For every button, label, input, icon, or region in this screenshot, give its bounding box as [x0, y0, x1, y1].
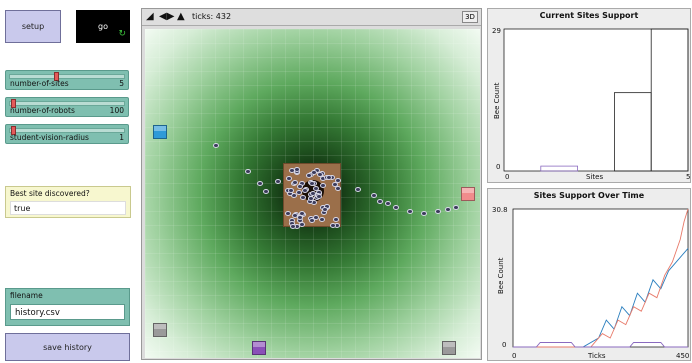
- x-tick-max: 5: [686, 173, 691, 181]
- setup-button[interactable]: setup: [5, 10, 61, 43]
- plot-area: [512, 208, 689, 348]
- world-view: ◢ ◀▶ ▲ ticks: 432 3D: [141, 8, 482, 360]
- go-button[interactable]: go ↻: [76, 10, 130, 43]
- bee: [371, 193, 377, 198]
- plot-y-label: Bee Count: [497, 257, 505, 294]
- bee: [299, 195, 306, 201]
- bee: [355, 187, 361, 192]
- bee: [296, 189, 303, 195]
- ticks-counter: ticks: 432: [192, 12, 232, 21]
- world-canvas[interactable]: [145, 29, 480, 358]
- plot-canvas: [503, 28, 689, 172]
- slider-number-of-sites[interactable]: number-of-sites 5: [5, 70, 129, 90]
- speed-arrows-icon[interactable]: ◀▶: [159, 11, 174, 23]
- monitor-value: true: [10, 201, 126, 215]
- three-d-button[interactable]: 3D: [462, 11, 478, 23]
- bee: [445, 207, 451, 212]
- slider-value: 1: [119, 133, 124, 142]
- site-cube-purple: [252, 341, 266, 355]
- go-button-label: go: [98, 22, 108, 31]
- y-tick-max: 30.8: [492, 206, 508, 214]
- y-tick-min: 0: [502, 341, 507, 349]
- bee: [407, 209, 413, 214]
- plot-canvas: [512, 208, 689, 348]
- slider-label: student-vision-radius: [10, 133, 89, 142]
- save-history-label: save history: [43, 342, 92, 352]
- bee: [263, 189, 269, 194]
- slider-label: number-of-robots: [10, 106, 75, 115]
- bee: [393, 205, 399, 210]
- site-cube-gray-right: [442, 341, 456, 355]
- plot-y-label: Bee Count: [493, 82, 501, 119]
- bee: [329, 223, 336, 229]
- bee: [213, 143, 219, 148]
- bee: [315, 194, 322, 200]
- bee: [288, 187, 295, 193]
- slider-number-of-robots[interactable]: number-of-robots 100: [5, 97, 129, 117]
- x-tick-min: 0: [512, 352, 517, 360]
- x-tick-min: 0: [505, 173, 510, 181]
- bee: [453, 205, 459, 210]
- slider-label: number-of-sites: [10, 79, 69, 88]
- filename-input-box: filename history.csv: [5, 288, 130, 326]
- plot-area: [503, 28, 689, 172]
- bee: [301, 187, 308, 193]
- bee: [377, 199, 383, 204]
- bee: [385, 201, 391, 206]
- bee: [275, 179, 281, 184]
- netlogo-window: setup go ↻ number-of-sites 5 number-of-r…: [0, 0, 692, 363]
- bee: [435, 209, 441, 214]
- slider-value: 100: [109, 106, 124, 115]
- site-cube-gray-left: [153, 323, 167, 337]
- slider-value: 5: [119, 79, 124, 88]
- site-cube-pink: [461, 187, 475, 201]
- bee: [257, 181, 263, 186]
- x-tick-max: 450: [676, 352, 690, 360]
- bee: [326, 174, 333, 180]
- filename-input[interactable]: history.csv: [10, 304, 125, 320]
- bee: [421, 211, 427, 216]
- y-tick-min: 0: [496, 163, 501, 171]
- filename-label: filename: [10, 291, 43, 300]
- plot-sites-support-over-time: Sites Support Over Time Bee Count 30.8 0…: [487, 188, 691, 361]
- best-site-monitor: Best site discovered? true: [5, 186, 131, 218]
- bee: [309, 191, 316, 197]
- plot-current-sites-support: Current Sites Support Bee Count 29 0 0 S…: [487, 8, 691, 183]
- bee: [293, 167, 300, 173]
- view-toolbar: ◢ ◀▶ ▲ ticks: 432 3D: [142, 9, 481, 26]
- y-tick-max: 29: [492, 27, 501, 35]
- setup-button-label: setup: [21, 22, 45, 31]
- forever-icon: ↻: [118, 29, 126, 39]
- x-axis-label: Ticks: [588, 352, 606, 360]
- slider-student-vision-radius[interactable]: student-vision-radius 1: [5, 124, 129, 144]
- bee: [245, 169, 251, 174]
- save-history-button[interactable]: save history: [5, 333, 130, 361]
- speed-faster-icon[interactable]: ▲: [177, 11, 185, 23]
- site-cube-blue: [153, 125, 167, 139]
- speed-slower-icon[interactable]: ◢: [146, 11, 154, 23]
- monitor-label: Best site discovered?: [10, 189, 90, 198]
- x-axis-label: Sites: [586, 173, 604, 181]
